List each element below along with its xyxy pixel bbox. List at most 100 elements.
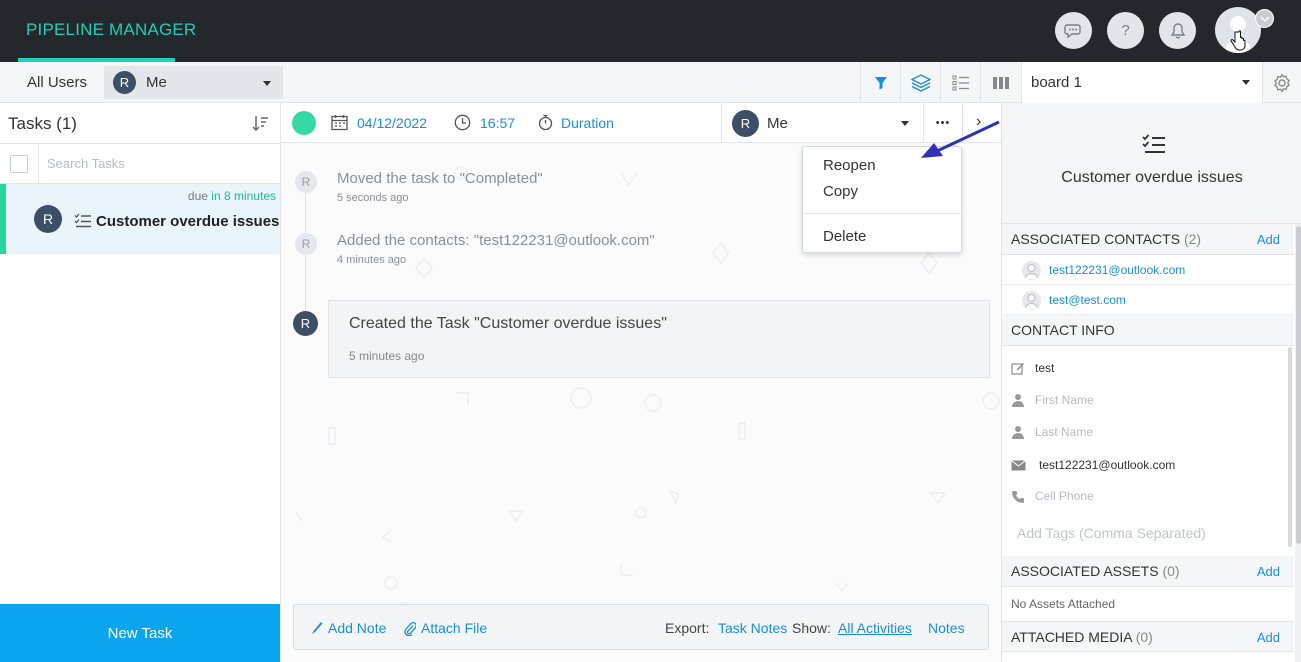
activity-text: Moved the task to "Completed"	[337, 170, 543, 187]
due-value: in 8 minutes	[211, 189, 276, 203]
section-title: ASSOCIATED CONTACTS (2)	[1011, 231, 1201, 247]
list-view-button[interactable]	[940, 62, 980, 103]
cell-phone-row[interactable]: Cell Phone	[1010, 489, 1094, 503]
activity-footer: Add Note Attach File Export: Task Notes …	[293, 604, 989, 650]
show-notes-link[interactable]: Notes	[928, 620, 965, 636]
notifications-button[interactable]	[1159, 12, 1196, 49]
chevron-down-icon	[1259, 15, 1270, 22]
app-title[interactable]: PIPELINE MANAGER	[26, 20, 196, 40]
export-task-notes-link[interactable]: Task Notes	[718, 620, 787, 636]
section-count: (0)	[1135, 629, 1153, 645]
contact-row[interactable]: test@test.com	[1002, 285, 1294, 315]
select-all-checkbox[interactable]	[10, 155, 28, 173]
activity-card: Created the Task "Customer overdue issue…	[328, 300, 990, 378]
clock-icon	[454, 114, 471, 131]
contact-email[interactable]: test122231@outlook.com	[1049, 263, 1185, 277]
task-search-input[interactable]	[47, 156, 267, 171]
settings-button[interactable]	[1262, 62, 1301, 103]
chat-button[interactable]	[1055, 12, 1092, 49]
attached-media-header: ATTACHED MEDIA (0) Add	[1002, 621, 1294, 652]
attach-file-label: Attach File	[421, 620, 488, 636]
contact-row[interactable]: test122231@outlook.com	[1002, 255, 1294, 285]
divider	[38, 144, 39, 184]
list-view-icon	[952, 75, 969, 90]
add-media-button[interactable]: Add	[1257, 630, 1280, 645]
activity-avatar: R	[295, 233, 317, 255]
user-menu-toggle[interactable]	[1255, 9, 1274, 28]
task-owner-avatar: R	[34, 205, 62, 233]
first-name-row[interactable]: First Name	[1010, 393, 1094, 407]
all-users-tab[interactable]: All Users	[27, 74, 87, 91]
due-prefix: due	[187, 189, 208, 203]
new-task-button[interactable]: New Task	[0, 604, 280, 662]
due-date[interactable]: 04/12/2022	[331, 114, 427, 131]
section-label: CONTACT INFO	[1011, 322, 1115, 338]
show-all-activities-link[interactable]: All Activities	[838, 620, 912, 636]
layers-button[interactable]	[900, 62, 940, 103]
menu-item-copy[interactable]: Copy	[823, 183, 858, 200]
tags-input[interactable]: Add Tags (Comma Separated)	[1017, 525, 1206, 541]
task-list-item[interactable]: due in 8 minutes R Customer overdue issu…	[0, 184, 280, 254]
add-asset-button[interactable]: Add	[1257, 564, 1280, 579]
board-view-button[interactable]	[980, 62, 1020, 103]
bell-icon	[1170, 22, 1185, 39]
scrollbar-thumb[interactable]	[1296, 226, 1301, 544]
assignee-select[interactable]: R Me	[721, 103, 923, 143]
email-row[interactable]: test122231@outlook.com	[1010, 458, 1175, 472]
contact-email-value: test122231@outlook.com	[1039, 458, 1176, 472]
contact-name: test	[1035, 361, 1055, 375]
paperclip-icon	[404, 621, 416, 636]
board-select[interactable]: board 1	[1021, 62, 1263, 103]
last-name-placeholder: Last Name	[1035, 425, 1094, 439]
add-note-button[interactable]: Add Note	[311, 620, 386, 636]
task-search-row	[0, 143, 280, 184]
attach-file-button[interactable]: Attach File	[404, 620, 487, 636]
contact-email[interactable]: test@test.com	[1049, 293, 1126, 307]
phone-icon	[1010, 490, 1026, 503]
due-time-value: 16:57	[480, 114, 516, 131]
section-title: ATTACHED MEDIA (0)	[1011, 629, 1153, 645]
layers-icon	[910, 73, 931, 92]
menu-item-reopen[interactable]: Reopen	[823, 157, 876, 174]
task-status-toggle[interactable]	[292, 111, 316, 135]
activity-text: Added the contacts: "test122231@outlook.…	[337, 232, 655, 249]
task-due: due in 8 minutes	[188, 189, 276, 203]
activity-avatar: R	[293, 311, 318, 336]
section-title: ASSOCIATED ASSETS (0)	[1011, 563, 1180, 579]
show-label: Show:	[792, 620, 831, 636]
caret-down-icon	[1242, 80, 1250, 85]
user-filter-select[interactable]: R Me	[104, 66, 283, 99]
duration-field[interactable]: Duration	[538, 114, 614, 131]
envelope-icon	[1010, 459, 1026, 471]
last-name-row[interactable]: Last Name	[1010, 425, 1093, 439]
person-icon	[1010, 425, 1026, 439]
associated-assets-header: ASSOCIATED ASSETS (0) Add	[1002, 556, 1294, 587]
filter-button[interactable]	[860, 62, 900, 103]
activity-avatar: R	[295, 171, 317, 193]
section-count: (2)	[1183, 231, 1202, 247]
contact-info-scrollbar[interactable]	[1288, 347, 1292, 547]
sort-icon[interactable]	[252, 115, 269, 132]
activity-time: 5 seconds ago	[337, 192, 409, 204]
settings-icon	[1274, 72, 1290, 93]
task-name: Customer overdue issues	[96, 213, 280, 230]
calendar-icon	[331, 115, 348, 131]
help-button[interactable]: ?	[1107, 12, 1144, 49]
no-assets-text: No Assets Attached	[1011, 597, 1116, 611]
person-icon	[1024, 264, 1039, 280]
cell-phone-placeholder: Cell Phone	[1035, 489, 1094, 503]
section-label: ATTACHED MEDIA	[1011, 629, 1132, 645]
activity-time: 5 minutes ago	[349, 349, 425, 363]
edit-icon	[1010, 361, 1026, 375]
task-list-icon	[1142, 134, 1165, 153]
associated-contacts-header: ASSOCIATED CONTACTS (2) Add	[1002, 224, 1294, 255]
assignee-avatar: R	[732, 110, 759, 137]
stopwatch-icon	[538, 114, 553, 131]
export-label: Export:	[665, 620, 710, 636]
add-contact-button[interactable]: Add	[1257, 232, 1280, 247]
due-time[interactable]: 16:57	[454, 114, 515, 131]
filter-icon	[874, 76, 887, 89]
contact-name-row[interactable]: test	[1010, 361, 1054, 375]
contact-avatar	[1022, 261, 1041, 280]
menu-item-delete[interactable]: Delete	[823, 228, 866, 245]
